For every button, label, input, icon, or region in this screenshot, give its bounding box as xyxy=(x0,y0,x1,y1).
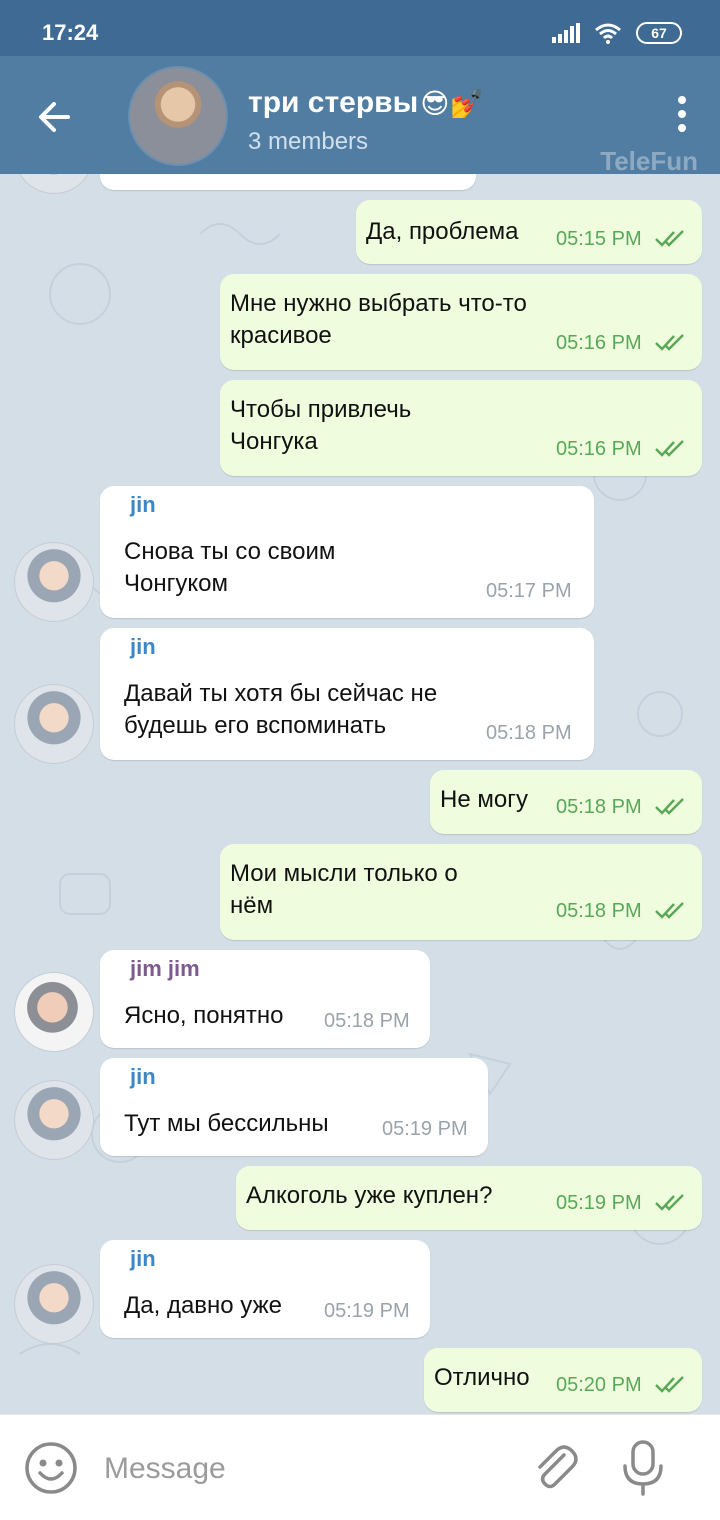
signal-icon xyxy=(552,23,580,43)
message-bubble-partial xyxy=(100,174,476,190)
message-bubble[interactable]: jin Давай ты хотя бы сейчас не будешь ег… xyxy=(100,628,594,760)
message-bubble[interactable]: Да, проблема 05:15 PM xyxy=(356,200,702,264)
battery-indicator: 67 xyxy=(636,22,682,44)
sender-avatar-jimjim[interactable] xyxy=(14,972,94,1052)
message-text: Мои мысли только о нём xyxy=(230,860,458,919)
message-time: 05:18 PM xyxy=(324,1010,410,1032)
sender-name[interactable]: jim jim xyxy=(130,956,200,982)
message-time: 05:17 PM xyxy=(486,580,572,602)
message-bubble[interactable]: Не могу 05:18 PM xyxy=(430,770,702,834)
message-time: 05:19 PM xyxy=(382,1118,468,1140)
group-title-emojis: 😎💅 xyxy=(420,87,485,119)
message-bubble[interactable]: Чтобы привлечь Чонгука 05:16 PM xyxy=(220,380,702,476)
message-bubble[interactable]: Мне нужно выбрать что-то красивое 05:16 … xyxy=(220,274,702,370)
sender-avatar-jin[interactable] xyxy=(14,684,94,764)
back-arrow-icon[interactable] xyxy=(30,92,80,142)
read-receipt-icon xyxy=(655,440,684,457)
message-bubble[interactable]: jin Снова ты со своим Чонгуком 05:17 PM xyxy=(100,486,594,618)
read-receipt-icon xyxy=(655,230,684,247)
emoji-icon[interactable] xyxy=(24,1441,78,1495)
message-time: 05:19 PM xyxy=(556,1192,642,1214)
message-bubble[interactable]: Алкоголь уже куплен? 05:19 PM xyxy=(236,1166,702,1230)
wifi-icon xyxy=(595,23,621,44)
message-time: 05:16 PM xyxy=(556,438,642,460)
watermark: TeleFun xyxy=(600,146,698,176)
read-receipt-icon xyxy=(655,902,684,919)
member-count: 3 members xyxy=(248,128,369,155)
message-time: 05:16 PM xyxy=(556,332,642,354)
read-receipt-icon xyxy=(655,334,684,351)
status-time: 17:24 xyxy=(42,20,99,45)
sender-name[interactable]: jin xyxy=(130,1246,156,1272)
group-avatar[interactable] xyxy=(128,66,228,166)
message-time: 05:18 PM xyxy=(556,796,642,818)
message-text: Алкоголь уже куплен? xyxy=(246,1182,493,1209)
read-receipt-icon xyxy=(655,1376,684,1393)
message-time: 05:18 PM xyxy=(556,900,642,922)
composer-bar xyxy=(0,1414,720,1520)
message-text: Давай ты хотя бы сейчас не будешь его вс… xyxy=(124,680,438,739)
message-time: 05:19 PM xyxy=(324,1300,410,1322)
message-text: Не могу xyxy=(440,786,528,813)
read-receipt-icon xyxy=(655,1194,684,1211)
message-time: 05:15 PM xyxy=(556,228,642,250)
sender-avatar-jin[interactable] xyxy=(14,1264,94,1344)
group-title-text: три стервы xyxy=(248,86,419,119)
message-list[interactable]: Да, проблема 05:15 PM Мне нужно выбрать … xyxy=(0,174,720,1414)
message-bubble[interactable]: Мои мысли только о нём 05:18 PM xyxy=(220,844,702,940)
status-bar: 17:24 67 xyxy=(0,0,720,56)
message-text: Да, давно уже xyxy=(124,1292,282,1319)
message-text: Отлично xyxy=(434,1364,530,1391)
message-text: Снова ты со своим Чонгуком xyxy=(124,538,336,597)
group-title[interactable]: три стервы 😎💅 xyxy=(248,86,484,120)
microphone-icon[interactable] xyxy=(616,1439,670,1497)
paperclip-icon[interactable] xyxy=(528,1441,582,1495)
message-text: Да, проблема xyxy=(366,218,519,245)
message-bubble[interactable]: jin Да, давно уже 05:19 PM xyxy=(100,1240,430,1338)
sender-name[interactable]: jin xyxy=(130,492,156,518)
sender-avatar-jin[interactable] xyxy=(14,1080,94,1160)
message-bubble[interactable]: Отлично 05:20 PM xyxy=(424,1348,702,1412)
message-bubble[interactable]: jim jim Ясно, понятно 05:18 PM xyxy=(100,950,430,1048)
more-menu-icon[interactable] xyxy=(672,96,692,136)
message-bubble[interactable]: jin Тут мы бессильны 05:19 PM xyxy=(100,1058,488,1156)
message-time: 05:18 PM xyxy=(486,722,572,744)
status-icons: 67 xyxy=(552,22,682,44)
message-text: Мне нужно выбрать что-то красивое xyxy=(230,290,527,349)
message-text: Тут мы бессильны xyxy=(124,1110,329,1137)
message-text: Чтобы привлечь Чонгука xyxy=(230,396,412,455)
sender-name[interactable]: jin xyxy=(130,634,156,660)
sender-avatar-jin[interactable] xyxy=(14,542,94,622)
message-text: Ясно, понятно xyxy=(124,1002,284,1029)
message-input[interactable] xyxy=(104,1447,484,1491)
sender-name[interactable]: jin xyxy=(130,1064,156,1090)
message-time: 05:20 PM xyxy=(556,1374,642,1396)
read-receipt-icon xyxy=(655,798,684,815)
